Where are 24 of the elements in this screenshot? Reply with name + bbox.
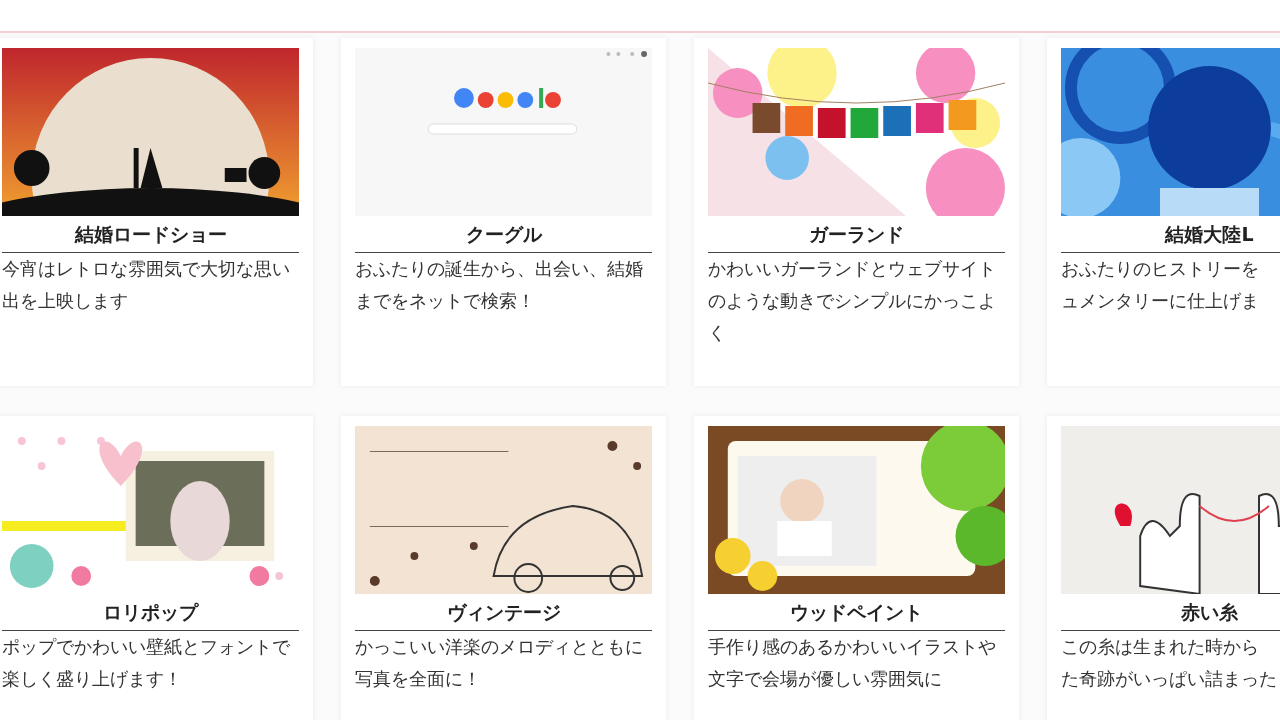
- template-card[interactable]: 結婚大陸L おふたりのヒストリーを ュメンタリーに仕上げま: [1047, 38, 1280, 386]
- card-title: ヴィンテージ: [355, 594, 652, 631]
- card-description: この糸は生まれた時から た奇跡がいっぱい詰まった: [1061, 635, 1278, 691]
- template-card[interactable]: 赤い糸 この糸は生まれた時から た奇跡がいっぱい詰まった: [1047, 416, 1280, 720]
- card-description: おふたりの誕生から、出会い、結婚 までをネットで検索！: [355, 257, 644, 313]
- card-description: かわいいガーランドとウェブサイト のような動きでシンプルにかっこよ く: [708, 257, 997, 345]
- template-card[interactable]: ウッドペイント 手作り感のあるかわいいイラストや 文字で会場が優しい雰囲気に: [694, 416, 1019, 720]
- card-title: ガーランド: [708, 216, 1005, 253]
- card-title: 赤い糸: [1061, 594, 1280, 631]
- template-card[interactable]: ロリポップ ポップでかわいい壁紙とフォントで 楽しく盛り上げます！: [0, 416, 313, 720]
- card-title: クーグル: [355, 216, 652, 253]
- card-title: 結婚ロードショー: [2, 216, 299, 253]
- card-description: ポップでかわいい壁紙とフォントで 楽しく盛り上げます！: [2, 635, 291, 691]
- template-card[interactable]: ガーランド かわいいガーランドとウェブサイト のような動きでシンプルにかっこよ く: [694, 38, 1019, 386]
- card-description: かっこいい洋楽のメロディとともに 写真を全面に！: [355, 635, 644, 691]
- template-card[interactable]: 結婚ロードショー 今宵はレトロな雰囲気で大切な思い 出を上映します: [0, 38, 313, 386]
- card-title: ウッドペイント: [708, 594, 1005, 631]
- card-description: 今宵はレトロな雰囲気で大切な思い 出を上映します: [2, 257, 291, 313]
- card-description: おふたりのヒストリーを ュメンタリーに仕上げま: [1061, 257, 1260, 313]
- template-card[interactable]: クーグル おふたりの誕生から、出会い、結婚 までをネットで検索！: [341, 38, 666, 386]
- card-description: 手作り感のあるかわいいイラストや 文字で会場が優しい雰囲気に: [708, 635, 997, 691]
- card-title: ロリポップ: [2, 594, 299, 631]
- template-card[interactable]: ヴィンテージ かっこいい洋楽のメロディとともに 写真を全面に！: [341, 416, 666, 720]
- card-title: 結婚大陸L: [1061, 216, 1280, 253]
